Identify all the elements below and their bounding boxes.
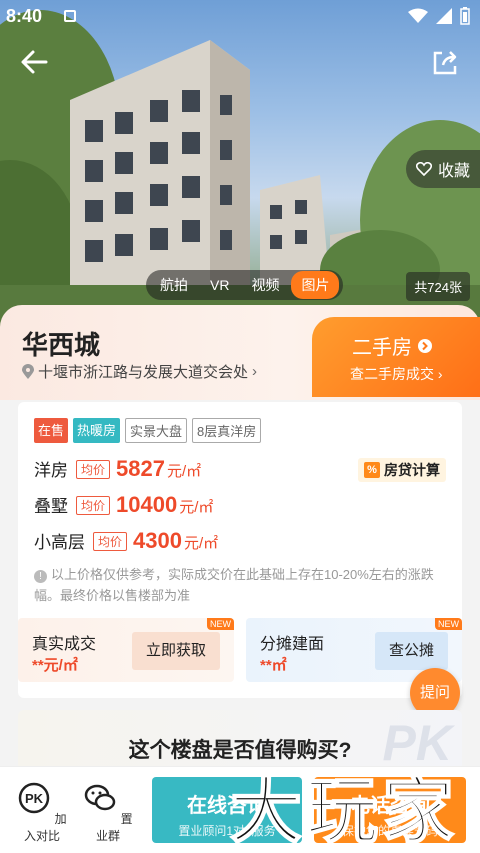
avg-badge: 均价 — [76, 460, 111, 479]
price-unit: 元/㎡ — [183, 535, 219, 552]
tab-photos[interactable]: 图片 — [291, 271, 340, 299]
real-deal-value: **元/㎡ — [32, 657, 78, 674]
price-row: 叠墅 均价 10400 元/㎡ — [34, 492, 213, 518]
watermark-logo: 大玩家 — [229, 767, 459, 853]
check-shared-button[interactable]: 查公摊 — [374, 632, 448, 670]
arrow-circle-icon — [418, 338, 432, 353]
avg-badge: 均价 — [76, 496, 111, 515]
price-unit: 元/㎡ — [179, 499, 214, 516]
shared-area-label: 分摊建面 — [260, 636, 325, 653]
media-tabs: 航拍 VR 视频 图片 — [146, 270, 344, 300]
price-value: 5827 — [116, 456, 165, 481]
shared-area-value: **㎡ — [260, 657, 287, 674]
resale-title: 二手房 — [352, 337, 412, 359]
signal-icon — [436, 8, 452, 24]
photo-count[interactable]: 共724张 — [406, 272, 470, 301]
tag-on-sale: 在售 — [34, 418, 69, 443]
status-time: 8:40 — [6, 6, 43, 26]
group-label: 置业群 — [95, 812, 133, 843]
compare-icon: PK — [19, 782, 50, 814]
wifi-icon — [408, 8, 428, 23]
project-address[interactable]: 十堰市浙江路与发展大道交会处 › — [22, 361, 257, 382]
project-header: 华西城 十堰市浙江路与发展大道交会处 › 二手房 查二手房成交 › — [0, 305, 480, 400]
tab-vr[interactable]: VR — [200, 273, 239, 297]
hero-photo[interactable]: 8:40 收藏 航拍 VR 视频 图片 共724张 — [0, 0, 480, 330]
tag-feature: 实景大盘 — [125, 418, 188, 443]
avg-badge: 均价 — [93, 532, 128, 551]
project-address-text: 十堰市浙江路与发展大道交会处 — [38, 364, 249, 381]
new-badge: NEW — [207, 618, 234, 630]
new-badge: NEW — [435, 618, 462, 630]
tab-aerial[interactable]: 航拍 — [150, 271, 198, 299]
house-type: 小高层 — [34, 533, 85, 552]
resale-button[interactable]: 二手房 查二手房成交 › — [312, 317, 480, 397]
compare-label: 加入对比 — [23, 812, 67, 843]
mortgage-label: 房贷计算 — [384, 462, 440, 478]
price-card: 在售 热暖房 实景大盘 8层真洋房 洋房 均价 5827 元/㎡ 叠墅 均价 1… — [18, 402, 462, 698]
price-row: 洋房 均价 5827 元/㎡ — [34, 456, 201, 482]
group-chat-button[interactable]: 置业群 — [78, 781, 138, 844]
price-disclaimer: ! 以上价格仅供参考，实际成交价在此基础上存在10-20%左右的涨跌幅。最终价格以… — [34, 564, 446, 606]
get-now-button[interactable]: 立即获取 — [131, 632, 220, 670]
resale-subtitle: 查二手房成交 — [350, 366, 434, 382]
wechat-icon — [85, 784, 116, 811]
disclaimer-text: 以上价格仅供参考，实际成交价在此基础上存在10-20%左右的涨跌幅。最终价格以售… — [34, 567, 434, 603]
house-type: 洋房 — [34, 461, 68, 480]
favorite-button[interactable]: 收藏 — [406, 150, 480, 188]
tag-hot: 热暖房 — [73, 418, 121, 443]
battery-icon — [460, 7, 470, 25]
back-arrow-icon[interactable] — [18, 45, 52, 79]
sim-icon — [64, 10, 76, 22]
percent-icon: % — [364, 462, 380, 478]
heart-icon — [415, 162, 432, 176]
tag-list: 在售 热暖房 实景大盘 8层真洋房 — [34, 418, 262, 443]
add-compare-button[interactable]: PK 加入对比 — [12, 781, 72, 844]
share-icon[interactable] — [430, 48, 460, 78]
chevron-right-icon: › — [252, 363, 258, 380]
project-name: 华西城 — [22, 330, 101, 360]
tab-video[interactable]: 视频 — [241, 271, 289, 299]
real-deal-box: 真实成交 **元/㎡ 立即获取 NEW — [18, 618, 234, 682]
status-bar: 8:40 — [0, 0, 480, 32]
price-value: 4300 — [133, 528, 182, 553]
svg-text:PK: PK — [25, 791, 44, 806]
real-deal-label: 真实成交 — [32, 636, 97, 653]
mortgage-calculator-button[interactable]: % 房贷计算 — [358, 458, 446, 482]
price-unit: 元/㎡ — [166, 463, 202, 480]
location-pin-icon — [22, 363, 34, 379]
price-row: 小高层 均价 4300 元/㎡ — [34, 528, 218, 554]
favorite-label: 收藏 — [437, 163, 470, 180]
tag-feature: 8层真洋房 — [192, 418, 262, 443]
house-type: 叠墅 — [34, 497, 68, 516]
info-icon: ! — [34, 570, 47, 583]
price-value: 10400 — [116, 492, 178, 517]
